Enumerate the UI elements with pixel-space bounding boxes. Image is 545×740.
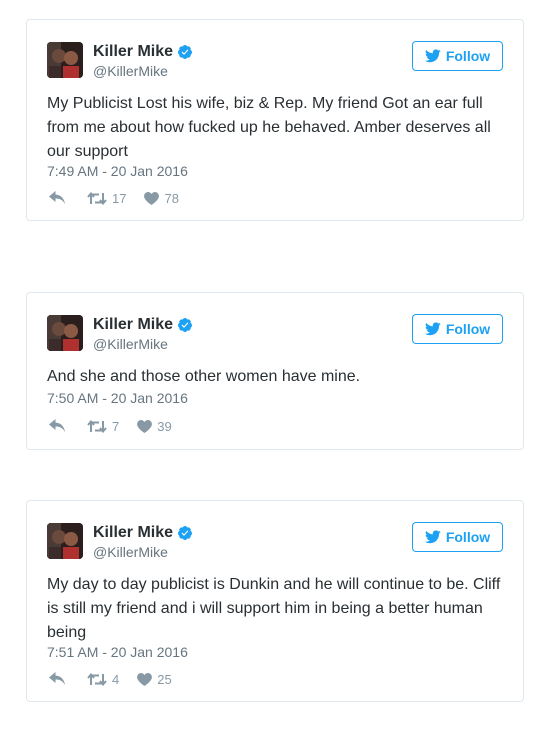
- tweet-actions: 17 78: [47, 188, 179, 208]
- tweet-actions: 7 39: [47, 416, 172, 436]
- reply-icon: [49, 191, 65, 204]
- tweet-card: Killer Mike @KillerMike Follow My day to…: [26, 500, 524, 702]
- twitter-bird-icon: [424, 49, 441, 63]
- timestamp[interactable]: 7:50 AM - 20 Jan 2016: [47, 389, 188, 407]
- retweet-count: 7: [112, 418, 120, 434]
- tweet-card: Killer Mike @KillerMike Follow And she a…: [26, 292, 524, 450]
- heart-icon: [137, 419, 153, 433]
- like-count: 39: [157, 418, 172, 434]
- reply-icon: [49, 419, 65, 432]
- like-count: 78: [164, 190, 179, 206]
- retweet-icon: [87, 191, 107, 205]
- tweet-card: Killer Mike @KillerMike Follow My Public…: [26, 19, 524, 221]
- avatar[interactable]: [47, 315, 83, 351]
- retweet-button[interactable]: 17: [87, 191, 126, 206]
- twitter-bird-icon: [424, 530, 441, 544]
- retweet-button[interactable]: 7: [87, 419, 119, 434]
- display-name[interactable]: Killer Mike: [93, 523, 173, 543]
- verified-badge-icon: [177, 526, 192, 540]
- display-name[interactable]: Killer Mike: [93, 315, 173, 335]
- follow-label: Follow: [445, 321, 491, 337]
- avatar[interactable]: [47, 42, 83, 78]
- retweet-icon: [87, 419, 107, 433]
- reply-button[interactable]: [49, 419, 67, 433]
- heart-icon: [144, 191, 160, 205]
- follow-button[interactable]: Follow: [412, 41, 503, 71]
- like-button[interactable]: 78: [144, 190, 179, 206]
- timestamp[interactable]: 7:49 AM - 20 Jan 2016: [47, 162, 188, 180]
- verified-badge-icon: [177, 318, 192, 332]
- follow-button[interactable]: Follow: [412, 522, 503, 552]
- reply-icon: [49, 672, 65, 685]
- avatar[interactable]: [47, 523, 83, 559]
- twitter-bird-icon: [424, 322, 441, 336]
- like-button[interactable]: 25: [137, 671, 172, 687]
- verified-badge-icon: [177, 45, 192, 59]
- reply-button[interactable]: [49, 672, 67, 686]
- like-button[interactable]: 39: [137, 418, 172, 434]
- like-count: 25: [157, 671, 172, 687]
- tweet-actions: 4 25: [47, 669, 172, 689]
- tweet-text: And she and those other women have mine.: [47, 368, 361, 385]
- follow-button[interactable]: Follow: [412, 314, 503, 344]
- user-handle[interactable]: @KillerMike: [93, 335, 168, 353]
- retweet-icon: [87, 672, 107, 686]
- tweet-text: My Publicist Lost his wife, biz & Rep. M…: [47, 95, 491, 160]
- tweet-text: My day to day publicist is Dunkin and he…: [47, 576, 501, 641]
- user-handle[interactable]: @KillerMike: [93, 62, 168, 80]
- display-name[interactable]: Killer Mike: [93, 42, 173, 62]
- reply-button[interactable]: [49, 191, 67, 205]
- timestamp[interactable]: 7:51 AM - 20 Jan 2016: [47, 643, 188, 661]
- retweet-button[interactable]: 4: [87, 672, 119, 687]
- heart-icon: [137, 672, 153, 686]
- retweet-count: 4: [112, 671, 120, 687]
- follow-label: Follow: [445, 529, 491, 545]
- retweet-count: 17: [112, 190, 127, 206]
- follow-label: Follow: [445, 48, 491, 64]
- user-handle[interactable]: @KillerMike: [93, 543, 168, 561]
